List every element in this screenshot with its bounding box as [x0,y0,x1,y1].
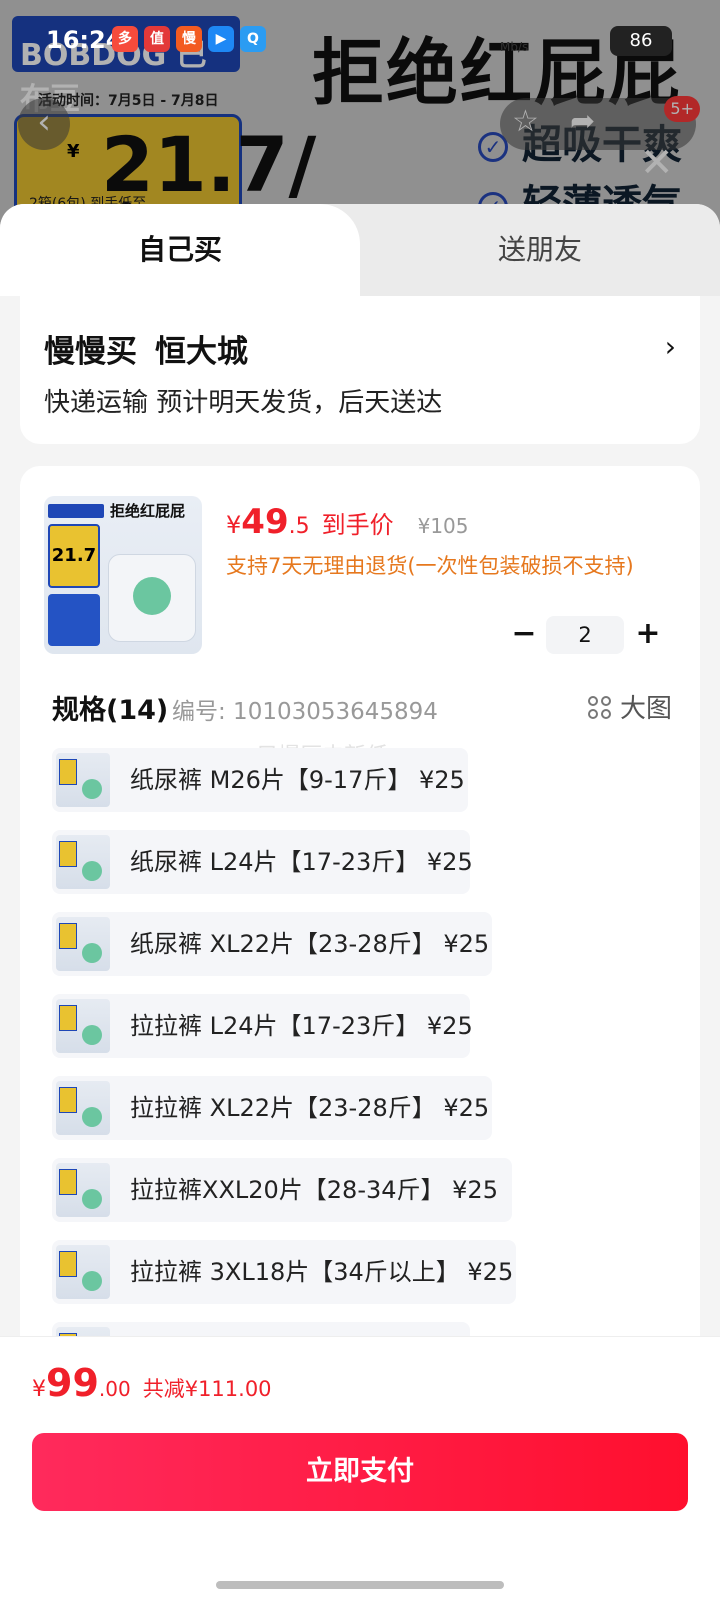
spec-option[interactable]: 纸尿裤 L24片【17-23斤】 ¥25 [52,830,473,894]
chevron-right-icon[interactable]: › [665,330,676,363]
spec-option[interactable]: 纸尿裤 M26片【9-17斤】 ¥25 [52,748,468,812]
address-card[interactable]: 慢慢买 恒大城 › 快递运输 预计明天发货，后天送达 [20,296,700,444]
spec-option-label: 拉拉裤 L24片【17-23斤】 ¥25 [130,1012,473,1040]
original-price: ¥105 [417,514,469,538]
quantity-value[interactable]: 2 [546,616,624,654]
price-label: 到手价 [321,511,394,539]
shipping-estimate: 快递运输 预计明天发货，后天送达 [44,388,443,418]
spec-option-label: 拉拉裤 XL22片【23-28斤】 ¥25 [130,1094,490,1122]
total-price: ¥99.00 共减¥111.00 [32,1361,272,1405]
spec-option-label: 拉拉裤XXL20片【28-34斤】 ¥25 [130,1176,498,1204]
thumb-brand-logo [48,504,104,518]
product-code: 编号: 10103053645894 [172,699,438,725]
spec-option[interactable]: 拉拉裤 XL22片【23-28斤】 ¥25 [52,1076,492,1140]
thumb-title: 拒绝红屁屁 [110,502,186,520]
price-yen: ¥ [226,511,242,539]
pinduoduo-icon: 多 [112,26,138,52]
big-image-label: 大图 [619,694,672,724]
spec-thumbnail [56,1081,110,1135]
spec-header: 规格(14) 编号: 10103053645894 大图 [52,688,672,728]
net-speed: Mb/s [500,40,529,54]
total-yen: ¥ [32,1377,46,1402]
spec-option-label: 纸尿裤 M26片【9-17斤】 ¥25 [130,766,465,794]
spec-option[interactable]: 拉拉裤 L24片【17-23斤】 ¥25 [52,994,473,1058]
spec-thumbnail [56,753,110,807]
spec-thumbnail [56,1245,110,1299]
status-time: 16:24 [46,26,123,54]
recipient-location: 恒大城 [155,334,248,370]
price-decimal: .5 [288,514,310,539]
tencent-icon: ▶ [208,26,234,52]
zhidemai-icon: 值 [144,26,170,52]
product-image[interactable]: 拒绝红屁屁 21.7 [44,496,202,654]
recipient-name: 慢慢买 [44,334,137,370]
spec-option-label: 纸尿裤 L24片【17-23斤】 ¥25 [130,848,473,876]
spec-thumbnail [56,917,110,971]
bunny-mascot-icon [133,577,171,615]
spec-option-label: 纸尿裤 XL22片【23-28斤】 ¥25 [130,930,490,958]
tab-gift-friend[interactable]: 送朋友 [360,204,720,296]
spec-option[interactable]: 拉拉裤XXL20片【28-34斤】 ¥25 [52,1158,512,1222]
thumb-package [108,554,196,642]
purchase-sheet: 自己买 送朋友 慢慢买 恒大城 › 快递运输 预计明天发货，后天送达 拒绝红屁屁 … [0,204,720,1600]
status-bar: 16:24 多 值 慢 ▶ Q Mb/s 86 [0,0,720,80]
manmanmai-icon: 慢 [176,26,202,52]
product-card: 拒绝红屁屁 21.7 ¥49.5 到手价 ¥105 支持7天无理由退货(一次性包装破… [20,466,700,1466]
tab-self-buy[interactable]: 自己买 [0,204,360,296]
big-image-toggle[interactable]: 大图 [587,688,672,725]
total-discount: 共减¥111.00 [142,1377,272,1401]
decrease-button[interactable]: − [506,616,542,654]
spec-option-label: 拉拉裤 3XL18片【34斤以上】 ¥25 [130,1258,514,1286]
qq-browser-icon: Q [240,26,266,52]
payment-bar: ¥99.00 共减¥111.00 立即支付 [0,1336,720,1600]
spec-thumbnail [56,999,110,1053]
pay-now-button[interactable]: 立即支付 [32,1433,688,1511]
spec-option[interactable]: 拉拉裤 3XL18片【34斤以上】 ¥25 [52,1240,516,1304]
return-policy-note: 支持7天无理由退货(一次性包装破损不支持) [226,554,634,578]
thumb-price-tag: 21.7 [48,524,100,588]
home-indicator[interactable] [216,1581,504,1589]
purchase-tabs: 自己买 送朋友 [0,204,720,296]
spec-option[interactable]: 纸尿裤 XL22片【23-28斤】 ¥25 [52,912,492,976]
spec-title: 规格(14) [52,695,169,726]
grid-view-icon [587,696,612,720]
total-integer: 99 [46,1361,99,1405]
quantity-stepper: − 2 + [506,616,666,654]
thumb-promo-block [48,594,100,646]
price-row: ¥49.5 到手价 ¥105 [226,502,469,542]
address-recipient: 慢慢买 恒大城 [44,326,248,371]
price-integer: 49 [241,502,289,542]
increase-button[interactable]: + [630,616,666,654]
spec-thumbnail [56,835,110,889]
spec-thumbnail [56,1163,110,1217]
battery-level: 86 [610,26,672,56]
total-decimal: .00 [98,1377,131,1401]
